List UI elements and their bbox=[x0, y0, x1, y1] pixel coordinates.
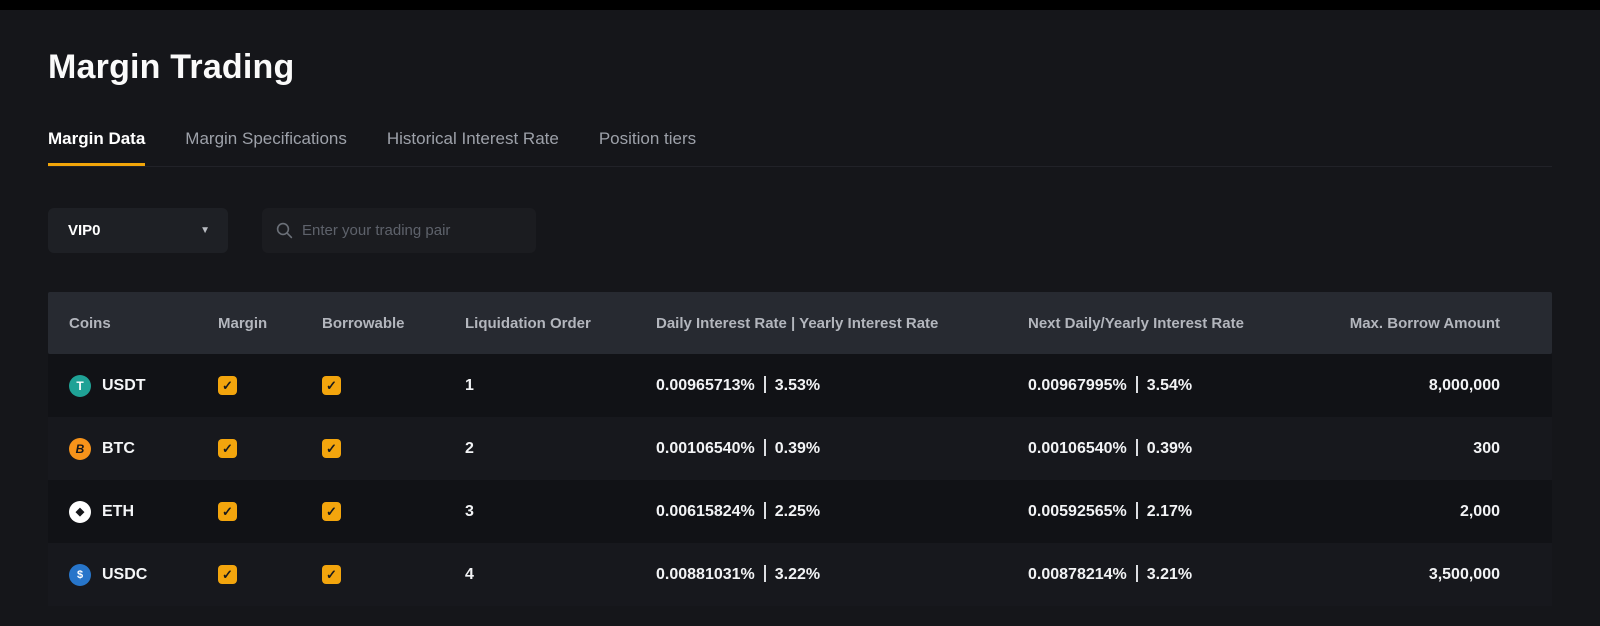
rate-separator bbox=[1136, 376, 1138, 393]
usdt-coin-icon: T bbox=[69, 375, 91, 397]
trading-pair-search[interactable] bbox=[262, 208, 536, 253]
btc-coin-icon: B bbox=[69, 438, 91, 460]
main-content: Margin Trading Margin Data Margin Specif… bbox=[0, 48, 1600, 606]
eth-coin-icon: ◆ bbox=[69, 501, 91, 523]
rate-separator bbox=[764, 565, 766, 582]
liquidation-order: 4 bbox=[465, 566, 656, 584]
rate-separator bbox=[1136, 565, 1138, 582]
column-header-borrowable: Borrowable bbox=[322, 315, 465, 332]
chevron-down-icon: ▼ bbox=[200, 225, 210, 236]
daily-yearly-rate: 0.00965713% 3.53% bbox=[656, 376, 1028, 395]
column-header-next-rate: Next Daily/Yearly Interest Rate bbox=[1028, 315, 1328, 332]
rate-separator bbox=[764, 376, 766, 393]
rate-separator bbox=[764, 502, 766, 519]
coin-cell: B BTC bbox=[69, 438, 218, 460]
coin-cell: T USDT bbox=[69, 375, 218, 397]
tab-historical-interest-rate[interactable]: Historical Interest Rate bbox=[387, 129, 559, 166]
coin-name: USDC bbox=[102, 566, 147, 584]
next-daily-rate: 0.00106540% bbox=[1028, 440, 1127, 457]
borrowable-checkbox[interactable] bbox=[322, 376, 341, 395]
margin-cell bbox=[218, 502, 322, 521]
column-header-liquidation-order: Liquidation Order bbox=[465, 315, 656, 332]
next-daily-yearly-rate: 0.00592565% 2.17% bbox=[1028, 502, 1328, 521]
rate-separator bbox=[1136, 502, 1138, 519]
margin-cell bbox=[218, 439, 322, 458]
page-title: Margin Trading bbox=[48, 48, 1600, 87]
daily-rate: 0.00881031% bbox=[656, 566, 755, 583]
column-header-coins: Coins bbox=[69, 315, 218, 332]
borrowable-checkbox[interactable] bbox=[322, 439, 341, 458]
next-daily-yearly-rate: 0.00967995% 3.54% bbox=[1028, 376, 1328, 395]
tab-margin-specifications[interactable]: Margin Specifications bbox=[185, 129, 347, 166]
table-row[interactable]: $ USDC 4 0.00881031% 3.22% 0.00878214% 3.2… bbox=[48, 543, 1552, 606]
liquidation-order: 2 bbox=[465, 440, 656, 458]
coin-name: USDT bbox=[102, 377, 146, 395]
liquidation-order: 3 bbox=[465, 503, 656, 521]
column-header-daily-yearly-rate: Daily Interest Rate | Yearly Interest Ra… bbox=[656, 315, 1028, 332]
daily-rate: 0.00965713% bbox=[656, 377, 755, 394]
borrowable-cell bbox=[322, 502, 465, 521]
rate-separator bbox=[1136, 439, 1138, 456]
max-borrow-amount: 8,000,000 bbox=[1328, 377, 1500, 395]
table-row[interactable]: T USDT 1 0.00965713% 3.53% 0.00967995% 3.5… bbox=[48, 354, 1552, 417]
borrowable-cell bbox=[322, 565, 465, 584]
yearly-rate: 2.25% bbox=[775, 503, 820, 520]
coin-cell: ◆ ETH bbox=[69, 501, 218, 523]
max-borrow-amount: 300 bbox=[1328, 440, 1500, 458]
column-header-max-borrow: Max. Borrow Amount bbox=[1328, 315, 1500, 332]
margin-checkbox[interactable] bbox=[218, 439, 237, 458]
yearly-rate: 3.53% bbox=[775, 377, 820, 394]
max-borrow-amount: 2,000 bbox=[1328, 503, 1500, 521]
next-yearly-rate: 2.17% bbox=[1147, 503, 1192, 520]
margin-data-table: Coins Margin Borrowable Liquidation Orde… bbox=[48, 292, 1552, 606]
search-input[interactable] bbox=[302, 222, 522, 239]
daily-yearly-rate: 0.00615824% 2.25% bbox=[656, 502, 1028, 521]
coin-name: BTC bbox=[102, 440, 135, 458]
next-yearly-rate: 3.54% bbox=[1147, 377, 1192, 394]
daily-rate: 0.00615824% bbox=[656, 503, 755, 520]
borrowable-checkbox[interactable] bbox=[322, 565, 341, 584]
margin-checkbox[interactable] bbox=[218, 502, 237, 521]
yearly-rate: 0.39% bbox=[775, 440, 820, 457]
yearly-rate: 3.22% bbox=[775, 566, 820, 583]
coin-cell: $ USDC bbox=[69, 564, 218, 586]
table-header-row: Coins Margin Borrowable Liquidation Orde… bbox=[48, 292, 1552, 354]
table-row[interactable]: ◆ ETH 3 0.00615824% 2.25% 0.00592565% 2.17… bbox=[48, 480, 1552, 543]
daily-yearly-rate: 0.00881031% 3.22% bbox=[656, 565, 1028, 584]
next-daily-rate: 0.00592565% bbox=[1028, 503, 1127, 520]
rate-separator bbox=[764, 439, 766, 456]
next-daily-rate: 0.00878214% bbox=[1028, 566, 1127, 583]
margin-cell bbox=[218, 565, 322, 584]
tab-margin-data[interactable]: Margin Data bbox=[48, 129, 145, 166]
margin-cell bbox=[218, 376, 322, 395]
usdc-coin-icon: $ bbox=[69, 564, 91, 586]
margin-checkbox[interactable] bbox=[218, 565, 237, 584]
top-black-strip bbox=[0, 0, 1600, 10]
daily-rate: 0.00106540% bbox=[656, 440, 755, 457]
next-daily-yearly-rate: 0.00106540% 0.39% bbox=[1028, 439, 1328, 458]
table-row[interactable]: B BTC 2 0.00106540% 0.39% 0.00106540% 0.39… bbox=[48, 417, 1552, 480]
search-icon bbox=[276, 222, 293, 239]
next-yearly-rate: 3.21% bbox=[1147, 566, 1192, 583]
daily-yearly-rate: 0.00106540% 0.39% bbox=[656, 439, 1028, 458]
column-header-margin: Margin bbox=[218, 315, 322, 332]
next-daily-rate: 0.00967995% bbox=[1028, 377, 1127, 394]
next-yearly-rate: 0.39% bbox=[1147, 440, 1192, 457]
borrowable-cell bbox=[322, 376, 465, 395]
coin-name: ETH bbox=[102, 503, 134, 521]
borrowable-checkbox[interactable] bbox=[322, 502, 341, 521]
filter-controls: VIP0 ▼ bbox=[48, 208, 1600, 253]
liquidation-order: 1 bbox=[465, 377, 656, 395]
max-borrow-amount: 3,500,000 bbox=[1328, 566, 1500, 584]
margin-checkbox[interactable] bbox=[218, 376, 237, 395]
next-daily-yearly-rate: 0.00878214% 3.21% bbox=[1028, 565, 1328, 584]
tab-position-tiers[interactable]: Position tiers bbox=[599, 129, 696, 166]
vip-level-dropdown[interactable]: VIP0 ▼ bbox=[48, 208, 228, 253]
borrowable-cell bbox=[322, 439, 465, 458]
vip-level-value: VIP0 bbox=[68, 222, 101, 239]
tab-bar: Margin Data Margin Specifications Histor… bbox=[48, 129, 1552, 167]
